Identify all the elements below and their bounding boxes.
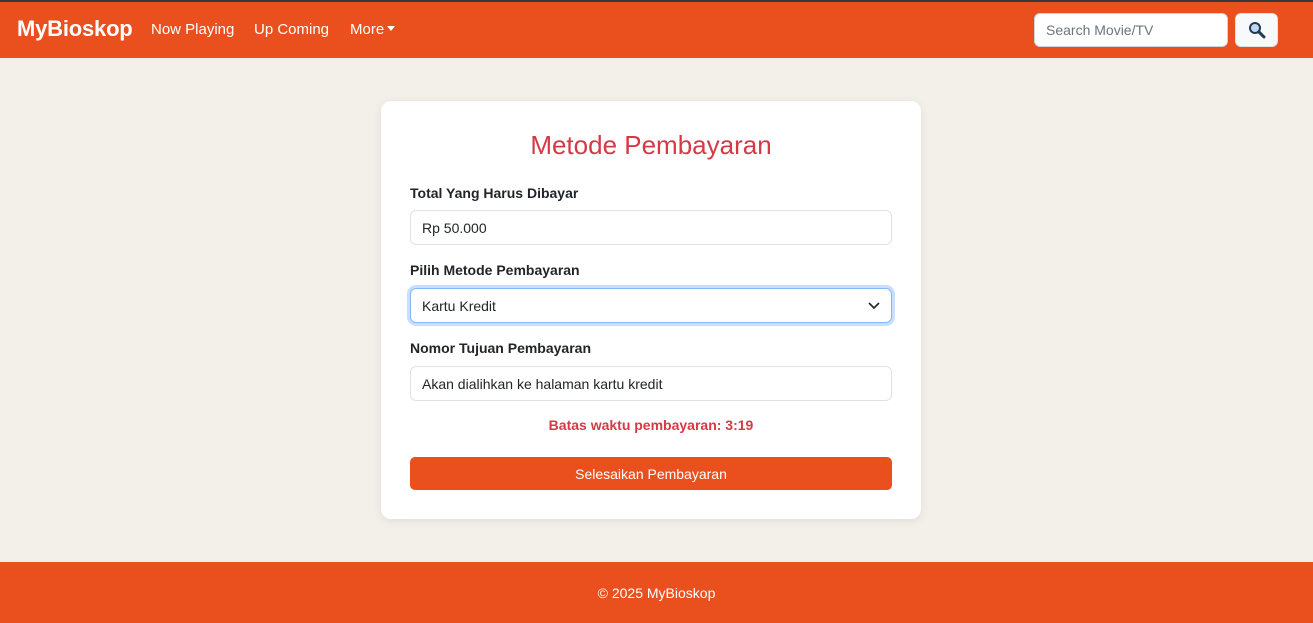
payment-deadline-timer: Batas waktu pembayaran: 3:19 [548, 417, 754, 433]
destination-label: Nomor Tujuan Pembayaran [410, 340, 592, 356]
navbar: MyBioskop Now Playing Up Coming More [0, 2, 1313, 58]
nav-more-dropdown[interactable]: More [350, 21, 396, 38]
payment-method-value: Kartu Kredit [422, 297, 496, 314]
brand-logo[interactable]: MyBioskop [17, 16, 133, 42]
search-input[interactable] [1034, 13, 1228, 47]
destination-field[interactable]: Akan dialihkan ke halaman kartu kredit [410, 366, 892, 401]
total-amount-field[interactable]: Rp 50.000 [410, 210, 892, 245]
payment-method-label: Pilih Metode Pembayaran [410, 262, 580, 278]
nav-more-label: More [350, 21, 385, 38]
caret-down-icon [387, 26, 396, 31]
total-label: Total Yang Harus Dibayar [410, 185, 579, 201]
nav-now-playing[interactable]: Now Playing [151, 21, 234, 38]
payment-method-select[interactable]: Kartu Kredit [410, 288, 892, 323]
complete-payment-button[interactable]: Selesaikan Pembayaran [410, 457, 892, 490]
chevron-down-icon [868, 301, 880, 309]
page-title: Metode Pembayaran [530, 130, 772, 160]
search-button[interactable] [1235, 13, 1278, 47]
footer: © 2025 MyBioskop [0, 562, 1313, 623]
footer-copyright: © 2025 MyBioskop [597, 584, 716, 601]
payment-card: Metode Pembayaran Total Yang Harus Dibay… [381, 101, 921, 519]
magnifying-glass-icon [1248, 22, 1265, 39]
nav-up-coming[interactable]: Up Coming [254, 21, 329, 38]
